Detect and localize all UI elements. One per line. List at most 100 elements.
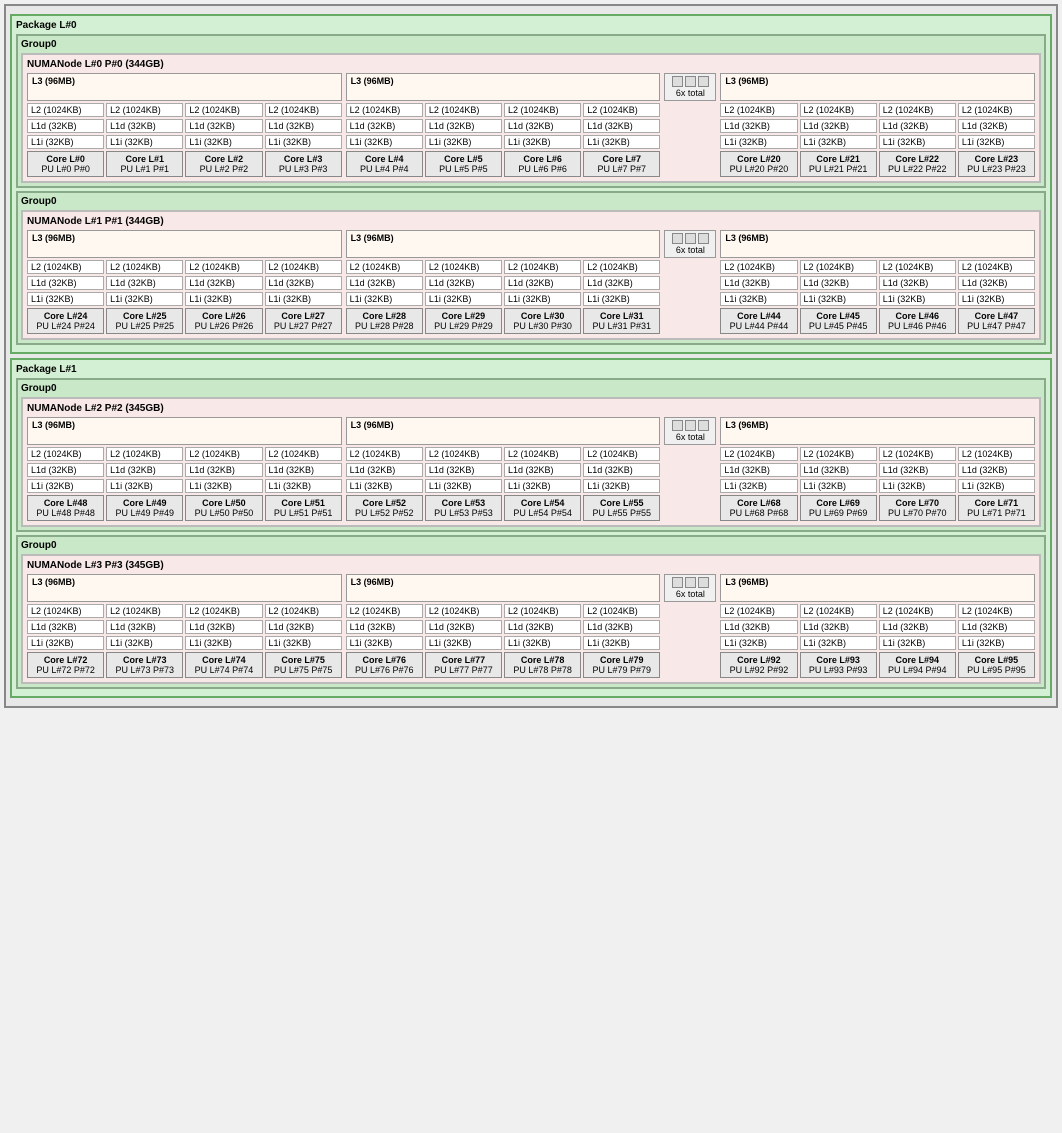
l1d-cache-cell: L1d (32KB) bbox=[185, 620, 262, 634]
numa-title: NUMANode L#0 P#0 (344GB) bbox=[27, 59, 1035, 70]
l1i-cache-cell: L1i (32KB) bbox=[185, 479, 262, 493]
l2-cache-cell: L2 (1024KB) bbox=[720, 260, 797, 274]
numa-title: NUMANode L#1 P#1 (344GB) bbox=[27, 216, 1035, 227]
l1i-cache-cell: L1i (32KB) bbox=[958, 479, 1035, 493]
l2-cache-cell: L2 (1024KB) bbox=[879, 447, 956, 461]
l1d-cache-cell: L1d (32KB) bbox=[106, 463, 183, 477]
l2-cache-cell: L2 (1024KB) bbox=[425, 604, 502, 618]
l3-cache-box: L3 (96MB) bbox=[27, 230, 342, 258]
l2-cache-cell: L2 (1024KB) bbox=[185, 447, 262, 461]
l1d-cache-cell: L1d (32KB) bbox=[265, 463, 342, 477]
l1d-cache-cell: L1d (32KB) bbox=[720, 276, 797, 290]
core-cell: Core L#51PU L#51 P#51 bbox=[265, 495, 342, 521]
l2-cache-cell: L2 (1024KB) bbox=[185, 260, 262, 274]
l2-cache-cell: L2 (1024KB) bbox=[346, 260, 423, 274]
l1i-cache-cell: L1i (32KB) bbox=[265, 636, 342, 650]
l1i-cache-cell: L1i (32KB) bbox=[800, 479, 877, 493]
l1i-cache-cell: L1i (32KB) bbox=[800, 636, 877, 650]
l1i-cache-cell: L1i (32KB) bbox=[958, 636, 1035, 650]
l1i-cache-cell: L1i (32KB) bbox=[106, 479, 183, 493]
l1d-cache-cell: L1d (32KB) bbox=[106, 620, 183, 634]
core-cell: Core L#74PU L#74 P#74 bbox=[185, 652, 262, 678]
l2-cache-cell: L2 (1024KB) bbox=[27, 447, 104, 461]
l3-cache-box: L3 (96MB) bbox=[346, 574, 661, 602]
l2-cache-cell: L2 (1024KB) bbox=[583, 103, 660, 117]
l2-cache-cell: L2 (1024KB) bbox=[958, 103, 1035, 117]
core-cell: Core L#30PU L#30 P#30 bbox=[504, 308, 581, 334]
l1i-cache-cell: L1i (32KB) bbox=[879, 292, 956, 306]
core-cell: Core L#70PU L#70 P#70 bbox=[879, 495, 956, 521]
l1i-cache-cell: L1i (32KB) bbox=[425, 292, 502, 306]
l1d-cache-cell: L1d (32KB) bbox=[720, 463, 797, 477]
l2-cache-cell: L2 (1024KB) bbox=[583, 447, 660, 461]
core-cell: Core L#25PU L#25 P#25 bbox=[106, 308, 183, 334]
l2-cache-cell: L2 (1024KB) bbox=[425, 447, 502, 461]
l1i-cache-cell: L1i (32KB) bbox=[583, 636, 660, 650]
core-cell: Core L#48PU L#48 P#48 bbox=[27, 495, 104, 521]
core-cell: Core L#45PU L#45 P#45 bbox=[800, 308, 877, 334]
l1i-cache-cell: L1i (32KB) bbox=[958, 135, 1035, 149]
core-cell: Core L#5PU L#5 P#5 bbox=[425, 151, 502, 177]
core-cell: Core L#54PU L#54 P#54 bbox=[504, 495, 581, 521]
core-cell: Core L#20PU L#20 P#20 bbox=[720, 151, 797, 177]
l1d-cache-cell: L1d (32KB) bbox=[958, 620, 1035, 634]
l3-cache-box: L3 (96MB) bbox=[720, 574, 1035, 602]
l2-cache-cell: L2 (1024KB) bbox=[879, 103, 956, 117]
l1i-cache-cell: L1i (32KB) bbox=[265, 292, 342, 306]
l2-cache-cell: L2 (1024KB) bbox=[425, 260, 502, 274]
core-cell: Core L#50PU L#50 P#50 bbox=[185, 495, 262, 521]
l1d-cache-cell: L1d (32KB) bbox=[185, 276, 262, 290]
l1d-cache-cell: L1d (32KB) bbox=[504, 276, 581, 290]
l1i-cache-cell: L1i (32KB) bbox=[106, 292, 183, 306]
l1i-cache-cell: L1i (32KB) bbox=[504, 135, 581, 149]
group-title: Group0 bbox=[21, 540, 1041, 551]
core-cell: Core L#31PU L#31 P#31 bbox=[583, 308, 660, 334]
l2-cache-cell: L2 (1024KB) bbox=[106, 260, 183, 274]
l1i-cache-cell: L1i (32KB) bbox=[583, 292, 660, 306]
l1d-cache-cell: L1d (32KB) bbox=[27, 620, 104, 634]
l1i-cache-cell: L1i (32KB) bbox=[583, 479, 660, 493]
l1d-cache-cell: L1d (32KB) bbox=[583, 276, 660, 290]
l1d-cache-cell: L1d (32KB) bbox=[504, 463, 581, 477]
l1d-cache-cell: L1d (32KB) bbox=[879, 620, 956, 634]
core-cell: Core L#21PU L#21 P#21 bbox=[800, 151, 877, 177]
l2-cache-cell: L2 (1024KB) bbox=[504, 103, 581, 117]
l2-cache-cell: L2 (1024KB) bbox=[800, 260, 877, 274]
l1d-cache-cell: L1d (32KB) bbox=[346, 119, 423, 133]
core-cell: Core L#22PU L#22 P#22 bbox=[879, 151, 956, 177]
l2-cache-cell: L2 (1024KB) bbox=[583, 604, 660, 618]
l2-cache-cell: L2 (1024KB) bbox=[346, 103, 423, 117]
six-x-box: 6x total bbox=[664, 230, 716, 258]
l1d-cache-cell: L1d (32KB) bbox=[504, 620, 581, 634]
l1d-cache-cell: L1d (32KB) bbox=[720, 620, 797, 634]
l2-cache-cell: L2 (1024KB) bbox=[504, 260, 581, 274]
core-cell: Core L#55PU L#55 P#55 bbox=[583, 495, 660, 521]
l1d-cache-cell: L1d (32KB) bbox=[583, 620, 660, 634]
l1d-cache-cell: L1d (32KB) bbox=[958, 276, 1035, 290]
l2-cache-cell: L2 (1024KB) bbox=[27, 103, 104, 117]
l1i-cache-cell: L1i (32KB) bbox=[425, 135, 502, 149]
core-cell: Core L#95PU L#95 P#95 bbox=[958, 652, 1035, 678]
core-cell: Core L#0PU L#0 P#0 bbox=[27, 151, 104, 177]
l1d-cache-cell: L1d (32KB) bbox=[800, 463, 877, 477]
l1i-cache-cell: L1i (32KB) bbox=[879, 479, 956, 493]
l2-cache-cell: L2 (1024KB) bbox=[106, 447, 183, 461]
package-title: Package L#1 bbox=[16, 364, 1046, 375]
l2-cache-cell: L2 (1024KB) bbox=[504, 604, 581, 618]
l1d-cache-cell: L1d (32KB) bbox=[879, 276, 956, 290]
l2-cache-cell: L2 (1024KB) bbox=[27, 604, 104, 618]
l1i-cache-cell: L1i (32KB) bbox=[27, 135, 104, 149]
l1i-cache-cell: L1i (32KB) bbox=[879, 636, 956, 650]
core-cell: Core L#92PU L#92 P#92 bbox=[720, 652, 797, 678]
core-cell: Core L#2PU L#2 P#2 bbox=[185, 151, 262, 177]
l1d-cache-cell: L1d (32KB) bbox=[27, 119, 104, 133]
core-cell: Core L#76PU L#76 P#76 bbox=[346, 652, 423, 678]
core-cell: Core L#68PU L#68 P#68 bbox=[720, 495, 797, 521]
core-cell: Core L#94PU L#94 P#94 bbox=[879, 652, 956, 678]
l3-cache-box: L3 (96MB) bbox=[27, 574, 342, 602]
l1i-cache-cell: L1i (32KB) bbox=[720, 135, 797, 149]
l1i-cache-cell: L1i (32KB) bbox=[185, 636, 262, 650]
l1d-cache-cell: L1d (32KB) bbox=[720, 119, 797, 133]
l2-cache-cell: L2 (1024KB) bbox=[958, 604, 1035, 618]
package: Package L#0Group0NUMANode L#0 P#0 (344GB… bbox=[10, 14, 1052, 354]
